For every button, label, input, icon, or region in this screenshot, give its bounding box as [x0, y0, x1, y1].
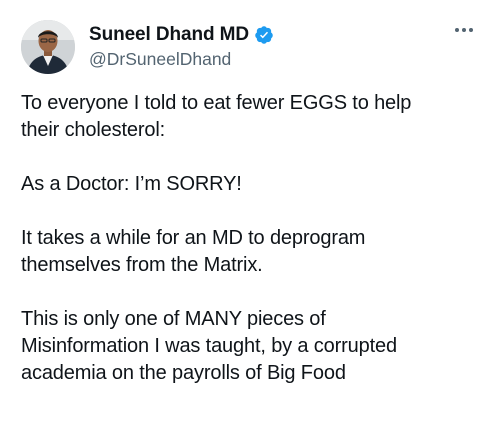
tweet-line: As a Doctor: I’m SORRY!: [21, 173, 242, 195]
tweet-paragraph: To everyone I told to eat fewer EGGS to …: [21, 90, 486, 144]
tweet-line: Misinformation I was taught, by a corrup…: [21, 335, 397, 357]
tweet-line: To everyone I told to eat fewer EGGS to …: [21, 92, 412, 114]
tweet-line: academia on the payrolls of Big Food: [21, 362, 346, 384]
more-options-icon[interactable]: [450, 20, 478, 40]
avatar-photo: [21, 20, 75, 74]
name-row: Suneel Dhand MD: [89, 23, 274, 47]
tweet-line: their cholesterol:: [21, 119, 166, 141]
author-handle[interactable]: @DrSuneelDhand: [89, 49, 274, 70]
tweet-paragraph: This is only one of MANY pieces of Misin…: [21, 306, 486, 387]
tweet-line: This is only one of MANY pieces of: [21, 308, 326, 330]
author-identity: Suneel Dhand MD @DrSuneelDhand: [89, 23, 274, 70]
avatar[interactable]: [21, 20, 75, 74]
tweet-text: To everyone I told to eat fewer EGGS to …: [14, 90, 486, 387]
tweet-header: Suneel Dhand MD @DrSuneelDhand: [14, 10, 486, 80]
tweet-paragraph: As a Doctor: I’m SORRY!: [21, 171, 486, 198]
verified-badge-icon: [254, 25, 274, 45]
display-name[interactable]: Suneel Dhand MD: [89, 24, 249, 46]
tweet-line: themselves from the Matrix.: [21, 254, 263, 276]
tweet-line: It takes a while for an MD to deprogram: [21, 227, 366, 249]
tweet-card[interactable]: Suneel Dhand MD @DrSuneelDhand To everyo…: [0, 0, 500, 442]
tweet-paragraph: It takes a while for an MD to deprogram …: [21, 225, 486, 279]
